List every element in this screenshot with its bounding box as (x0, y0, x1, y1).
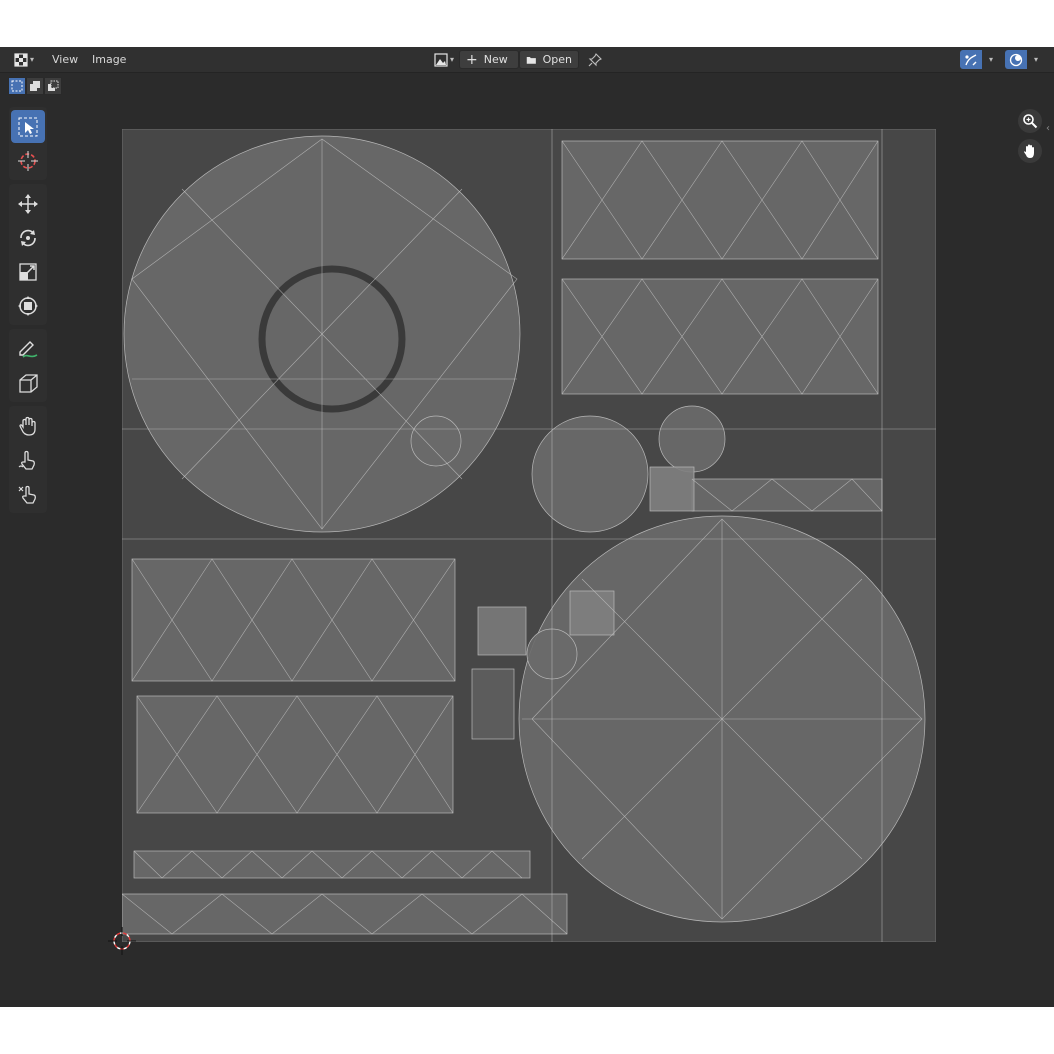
menu-image[interactable]: Image (88, 52, 130, 67)
sidebar-collapse-icon[interactable]: ‹ (1046, 123, 1050, 134)
overlays-icon (1009, 53, 1023, 66)
editor-header: ▾ View Image ▾ + New Open ▾ ▾ (0, 47, 1054, 73)
annotate-icon (19, 340, 38, 358)
pinch-icon (18, 485, 36, 504)
rip-region-tool[interactable] (11, 366, 45, 399)
2d-cursor-icon (108, 927, 136, 955)
select-extend-icon[interactable] (26, 77, 44, 95)
tool-group-annotate (9, 329, 47, 402)
move-icon (18, 193, 38, 214)
pin-icon (588, 52, 602, 66)
new-image-button[interactable]: + New (459, 50, 519, 69)
overlays-toggle[interactable] (1005, 50, 1027, 69)
rotate-icon (20, 229, 36, 246)
overlays-dropdown[interactable]: ▾ (1027, 50, 1043, 69)
scale-tool[interactable] (11, 255, 45, 288)
chevron-down-icon: ▾ (1033, 55, 1038, 64)
open-image-button[interactable]: Open (519, 50, 579, 69)
tool-group-select (9, 107, 47, 180)
rip-region-icon (19, 373, 38, 393)
chevron-down-icon: ▾ (449, 55, 454, 64)
cursor-tool[interactable] (11, 144, 45, 177)
folder-icon (526, 56, 536, 64)
select-box-tool[interactable] (11, 110, 45, 143)
select-box-new-icon[interactable] (8, 77, 26, 95)
uv-sync-dropdown[interactable]: ▾ (982, 50, 998, 69)
open-label: Open (542, 53, 572, 66)
editor-type-dropdown[interactable]: ▾ (8, 50, 40, 69)
menu-view[interactable]: View (48, 52, 82, 67)
move-tool[interactable] (11, 187, 45, 220)
pan-hand-icon[interactable] (1018, 139, 1042, 163)
uv-layout[interactable] (122, 129, 936, 942)
image-browse-dropdown[interactable]: ▾ (430, 50, 458, 69)
uv-image-editor-icon (14, 52, 28, 67)
cursor-icon (18, 150, 38, 171)
transform-icon (18, 295, 38, 316)
rotate-tool[interactable] (11, 221, 45, 254)
plus-icon: + (466, 51, 478, 68)
tool-group-sculpt (9, 406, 47, 513)
select-box-icon (18, 117, 38, 136)
new-label: New (483, 53, 508, 66)
chevron-down-icon: ▾ (988, 55, 993, 64)
select-subtract-icon[interactable] (44, 77, 62, 95)
image-icon (434, 52, 448, 67)
scale-icon (19, 262, 37, 281)
relax-tool[interactable] (11, 443, 45, 476)
tool-settings-bar (0, 73, 1054, 97)
pinch-tool[interactable] (11, 477, 45, 510)
uv-editor[interactable]: ▾ View Image ▾ + New Open ▾ ▾ ‹ (0, 47, 1054, 1007)
transform-tool[interactable] (11, 289, 45, 322)
uv-sync-icon (965, 53, 977, 65)
chevron-down-icon: ▾ (29, 55, 34, 64)
tool-group-transform (9, 184, 47, 325)
uv-sync-toggle[interactable] (960, 50, 982, 69)
selection-mode-group (8, 77, 62, 95)
relax-icon (18, 450, 35, 470)
annotate-tool[interactable] (11, 332, 45, 365)
tool-shelf (9, 107, 47, 517)
pin-button[interactable] (585, 50, 605, 69)
navigation-gizmo (1018, 109, 1042, 169)
grab-tool[interactable] (11, 409, 45, 442)
zoom-icon[interactable] (1018, 109, 1042, 133)
grab-icon (19, 416, 36, 436)
